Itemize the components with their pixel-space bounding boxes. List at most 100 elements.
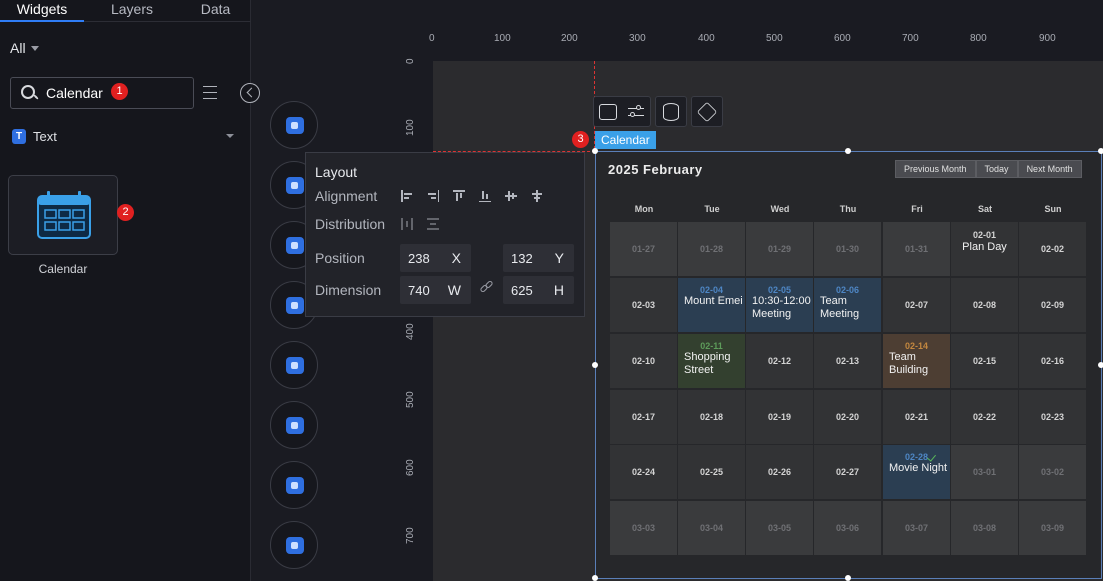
calendar-day-cell[interactable]: 02-06 Team Meeting — [814, 278, 881, 332]
calendar-day-cell[interactable]: 02-25 — [678, 445, 745, 499]
resize-handle-e[interactable] — [1098, 362, 1103, 368]
align-top-icon[interactable] — [453, 190, 465, 202]
calendar-day-cell[interactable]: 02-18 — [678, 390, 745, 444]
collapse-panel-icon[interactable] — [240, 83, 260, 103]
link-ratio-icon[interactable] — [479, 279, 494, 294]
calendar-day-cell[interactable]: 03-03 — [610, 501, 677, 555]
next-month-button[interactable]: Next Month — [1017, 160, 1082, 178]
calendar-day-cell[interactable]: 02-13 — [814, 334, 881, 388]
weekday-label: Mon — [634, 204, 654, 214]
category-text[interactable]: T Text — [12, 127, 234, 145]
calendar-day-cell[interactable]: 02-17 — [610, 390, 677, 444]
position-y-input[interactable]: 132 Y — [503, 244, 574, 272]
widget-shortcut-7[interactable] — [270, 461, 318, 509]
previous-month-button[interactable]: Previous Month — [895, 160, 976, 178]
resize-handle-nw[interactable] — [592, 148, 598, 154]
day-date: 02-16 — [1040, 356, 1065, 366]
calendar-day-cell[interactable]: 01-30 — [814, 222, 881, 276]
day-date: 02-07 — [904, 300, 929, 310]
calendar-day-cell[interactable]: 02-04 Mount Emei — [678, 278, 745, 332]
calendar-widget-card[interactable] — [8, 175, 118, 255]
interaction-icon[interactable] — [696, 101, 718, 122]
resize-handle-n[interactable] — [845, 148, 851, 154]
calendar-day-cell[interactable]: 01-27 — [610, 222, 677, 276]
distribute-horizontal-icon[interactable] — [401, 218, 413, 230]
calendar-day-cell[interactable]: 03-09 — [1019, 501, 1086, 555]
width-input[interactable]: 740 W — [400, 276, 471, 304]
filter-dropdown[interactable]: All — [10, 40, 39, 56]
calendar-day-cell[interactable]: 02-16 — [1019, 334, 1086, 388]
distribute-vertical-icon[interactable] — [427, 218, 439, 230]
calendar-component[interactable]: 2025 February Previous Month Today Next … — [595, 151, 1102, 579]
day-date: 01-30 — [835, 244, 860, 254]
resize-handle-sw[interactable] — [592, 575, 598, 581]
resize-handle-w[interactable] — [592, 362, 598, 368]
calendar-day-cell[interactable]: 02-24 — [610, 445, 677, 499]
ruler-y-label: 400 — [405, 323, 416, 340]
sort-icon[interactable] — [202, 84, 218, 102]
widget-shortcut-icon — [286, 417, 304, 434]
calendar-day-cell[interactable]: 02-15 — [951, 334, 1018, 388]
calendar-day-cell[interactable]: 02-22 — [951, 390, 1018, 444]
position-x-input[interactable]: 238 X — [400, 244, 471, 272]
search-icon — [21, 84, 39, 102]
calendar-day-cell[interactable]: 02-28 Movie Night — [883, 445, 950, 499]
tab-widgets[interactable]: Widgets — [0, 0, 84, 22]
event-title: Movie Night — [889, 462, 948, 474]
calendar-day-cell[interactable]: 02-14 Team Building — [883, 334, 950, 388]
tab-layers[interactable]: Layers — [84, 0, 180, 22]
calendar-day-cell[interactable]: 02-09 — [1019, 278, 1086, 332]
resize-handle-s[interactable] — [845, 575, 851, 581]
calendar-day-cell[interactable]: 02-07 — [883, 278, 950, 332]
calendar-day-cell[interactable]: 01-29 — [746, 222, 813, 276]
calendar-day-cell[interactable]: 02-26 — [746, 445, 813, 499]
day-date: 02-17 — [631, 412, 656, 422]
calendar-day-cell[interactable]: 03-07 — [883, 501, 950, 555]
day-date: 02-10 — [631, 356, 656, 366]
calendar-day-cell[interactable]: 02-21 — [883, 390, 950, 444]
calendar-day-cell[interactable]: 03-01 — [951, 445, 1018, 499]
widget-shortcut-icon — [286, 237, 304, 254]
calendar-day-cell[interactable]: 02-08 — [951, 278, 1018, 332]
calendar-day-cell[interactable]: 02-27 — [814, 445, 881, 499]
calendar-day-cell[interactable]: 02-05 10:30-12:00 Meeting — [746, 278, 813, 332]
calendar-day-cell[interactable]: 02-12 — [746, 334, 813, 388]
calendar-day-cell[interactable]: 02-11 Shopping Street — [678, 334, 745, 388]
calendar-day-cell[interactable]: 01-31 — [883, 222, 950, 276]
widget-shortcut-5[interactable] — [270, 341, 318, 389]
calendar-day-cell[interactable]: 02-10 — [610, 334, 677, 388]
align-middle-icon[interactable] — [505, 190, 517, 202]
calendar-day-cell[interactable]: 03-05 — [746, 501, 813, 555]
resize-handle-ne[interactable] — [1098, 148, 1103, 154]
tab-data[interactable]: Data — [180, 0, 251, 22]
calendar-day-cell[interactable]: 02-20 — [814, 390, 881, 444]
today-button[interactable]: Today — [975, 160, 1018, 178]
calendar-day-cell[interactable]: 03-02 — [1019, 445, 1086, 499]
widget-shortcut-1[interactable] — [270, 101, 318, 149]
widget-shortcut-6[interactable] — [270, 401, 318, 449]
calendar-day-cell[interactable]: 02-23 — [1019, 390, 1086, 444]
settings-sliders-icon[interactable] — [627, 104, 645, 120]
widget-shortcut-8[interactable] — [270, 521, 318, 569]
align-left-icon[interactable] — [401, 190, 413, 202]
search-box[interactable] — [10, 77, 194, 109]
image-icon[interactable] — [599, 103, 617, 120]
align-right-icon[interactable] — [427, 190, 439, 202]
day-date: 03-02 — [1040, 467, 1065, 477]
day-date: 02-21 — [904, 412, 929, 422]
calendar-day-cell[interactable]: 02-03 — [610, 278, 677, 332]
calendar-day-cell[interactable]: 02-19 — [746, 390, 813, 444]
calendar-day-cell[interactable]: 02-01 Plan Day — [951, 222, 1018, 276]
day-date: 02-03 — [631, 300, 656, 310]
height-input[interactable]: 625 H — [503, 276, 574, 304]
align-bottom-icon[interactable] — [479, 190, 491, 202]
calendar-day-cell[interactable]: 01-28 — [678, 222, 745, 276]
database-icon[interactable] — [663, 102, 679, 121]
align-center-icon[interactable] — [531, 190, 543, 202]
calendar-day-cell[interactable]: 03-06 — [814, 501, 881, 555]
calendar-day-cell[interactable]: 02-02 — [1019, 222, 1086, 276]
calendar-day-cell[interactable]: 03-08 — [951, 501, 1018, 555]
calendar-day-cell[interactable]: 03-04 — [678, 501, 745, 555]
distribution-label: Distribution — [315, 216, 386, 232]
width-value: 740 — [408, 282, 430, 298]
